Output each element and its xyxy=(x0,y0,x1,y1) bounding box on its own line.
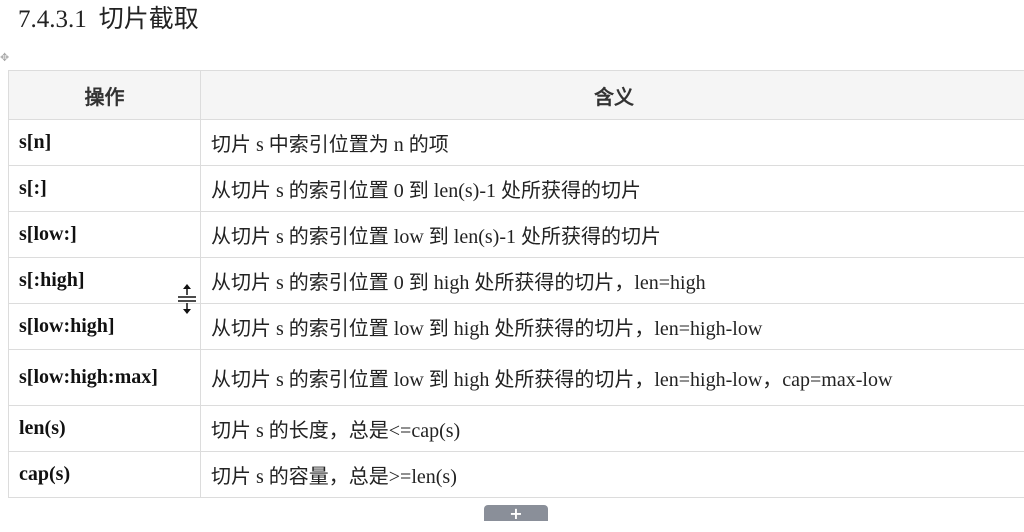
table-row: s[:high] 从切片 s 的索引位置 0 到 high 处所获得的切片，le… xyxy=(8,257,1024,304)
meaning-cell[interactable]: 切片 s 的容量，总是>=len(s) xyxy=(200,451,1024,498)
meaning-cell[interactable]: 切片 s 中索引位置为 n 的项 xyxy=(200,119,1024,166)
header-operation: 操作 xyxy=(8,70,201,120)
section-number: 7.4.3.1 xyxy=(18,6,87,33)
table-row: s[:] 从切片 s 的索引位置 0 到 len(s)-1 处所获得的切片 xyxy=(8,165,1024,212)
header-meaning: 含义 xyxy=(200,70,1024,120)
operation-cell[interactable]: s[low:high:max] xyxy=(8,349,201,406)
operation-cell[interactable]: s[n] xyxy=(8,119,201,166)
meaning-cell[interactable]: 从切片 s 的索引位置 0 到 len(s)-1 处所获得的切片 xyxy=(200,165,1024,212)
operation-cell[interactable]: cap(s) xyxy=(8,451,201,498)
meaning-cell[interactable]: 从切片 s 的索引位置 0 到 high 处所获得的切片，len=high xyxy=(200,257,1024,304)
table-header-row: 操作 含义 xyxy=(8,70,1024,120)
meaning-cell[interactable]: 从切片 s 的索引位置 low 到 high 处所获得的切片，len=high-… xyxy=(200,349,1024,406)
operation-cell[interactable]: len(s) xyxy=(8,405,201,452)
table-row: len(s) 切片 s 的长度，总是<=cap(s) xyxy=(8,405,1024,452)
table-row: s[low:high] 从切片 s 的索引位置 low 到 high 处所获得的… xyxy=(8,303,1024,350)
meaning-cell[interactable]: 从切片 s 的索引位置 low 到 len(s)-1 处所获得的切片 xyxy=(200,211,1024,258)
table-row: cap(s) 切片 s 的容量，总是>=len(s) xyxy=(8,451,1024,498)
section-title: 切片截取 xyxy=(98,6,199,33)
meaning-cell[interactable]: 切片 s 的长度，总是<=cap(s) xyxy=(200,405,1024,452)
operation-cell[interactable]: s[:] xyxy=(8,165,201,212)
table-row: s[low:high:max] 从切片 s 的索引位置 low 到 high 处… xyxy=(8,349,1024,406)
table-row: s[n] 切片 s 中索引位置为 n 的项 xyxy=(8,119,1024,166)
section-heading: 7.4.3.1 切片截取 xyxy=(18,4,199,36)
meaning-cell[interactable]: 从切片 s 的索引位置 low 到 high 处所获得的切片，len=high-… xyxy=(200,303,1024,350)
slice-operations-table: 操作 含义 s[n] 切片 s 中索引位置为 n 的项 s[:] 从切片 s 的… xyxy=(8,70,1024,498)
add-row-button[interactable]: + xyxy=(484,505,548,522)
table-row: s[low:] 从切片 s 的索引位置 low 到 len(s)-1 处所获得的… xyxy=(8,211,1024,258)
operation-cell[interactable]: s[:high] xyxy=(8,257,201,304)
table-move-handle-icon[interactable]: ✥ xyxy=(0,50,12,66)
column-resize-cursor-icon xyxy=(178,284,196,314)
operation-cell[interactable]: s[low:high] xyxy=(8,303,201,350)
operation-cell[interactable]: s[low:] xyxy=(8,211,201,258)
